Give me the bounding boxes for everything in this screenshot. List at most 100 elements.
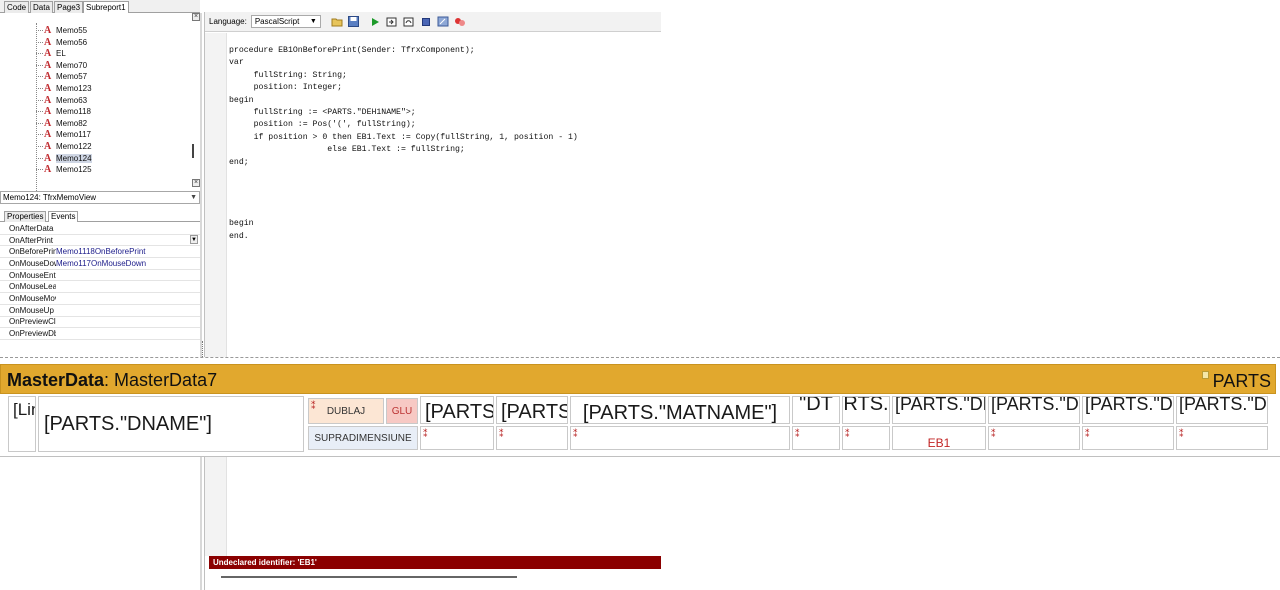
memo-dt[interactable]: "DT: [792, 396, 840, 424]
breakpoint-icon[interactable]: [454, 16, 466, 28]
tree-item[interactable]: A EL: [44, 48, 66, 59]
left-splitter[interactable]: [200, 13, 202, 590]
run-icon[interactable]: [369, 16, 381, 28]
save-icon[interactable]: [348, 16, 360, 28]
event-row[interactable]: OnPreviewClick: [0, 317, 200, 329]
memo-icon: A: [44, 25, 52, 36]
step-into-icon[interactable]: [386, 16, 398, 28]
event-row[interactable]: OnMouseLeave: [0, 282, 200, 294]
close-icon[interactable]: ×: [192, 13, 200, 21]
tree-item[interactable]: A Memo118: [44, 106, 91, 117]
tab-events[interactable]: Events: [48, 211, 79, 222]
memo-de-4[interactable]: [PARTS."DE: [1176, 396, 1268, 424]
tree-item[interactable]: A Memo70: [44, 60, 87, 71]
memo-row2-2[interactable]: ⁑: [496, 426, 568, 450]
tree-connector: [36, 88, 43, 89]
band-name: : MasterData7: [104, 370, 218, 390]
marker-icon: ⁑: [1179, 429, 1184, 439]
code-line: fullString: String;: [229, 70, 347, 80]
language-value: PascalScript: [254, 17, 300, 26]
memo-row2-3[interactable]: ⁑: [570, 426, 790, 450]
tab-data[interactable]: Data: [30, 1, 53, 13]
memo-parts-1[interactable]: [PARTS: [420, 396, 494, 424]
tree-item[interactable]: A Memo125: [44, 164, 92, 175]
event-row[interactable]: OnMouseDownMemo117OnMouseDown: [0, 258, 200, 270]
memo-de-2[interactable]: [PARTS."DE: [988, 396, 1080, 424]
marker-icon: ⁑: [845, 429, 850, 439]
band-dataset-name: PARTS: [1212, 371, 1271, 391]
stop-icon[interactable]: [420, 16, 432, 28]
tree-connector: [36, 134, 43, 136]
event-row[interactable]: OnPreviewDblClick: [0, 328, 200, 340]
memo-row2-8[interactable]: ⁑: [1082, 426, 1174, 450]
band-header[interactable]: MasterData: MasterData7 PARTS: [0, 364, 1276, 394]
evaluate-icon[interactable]: [437, 16, 449, 28]
memo-glu[interactable]: GLU: [386, 398, 418, 424]
tree-item[interactable]: A Memo123: [44, 83, 92, 94]
memo-icon: A: [44, 164, 52, 176]
tab-page3[interactable]: Page3: [54, 1, 84, 13]
code-line: else EB1.Text := fullString;: [229, 145, 465, 155]
tab-properties[interactable]: Properties: [4, 211, 47, 222]
memo-supradim[interactable]: SUPRADIMENSIUNE: [308, 426, 418, 450]
marker-icon: ⁑: [423, 429, 428, 439]
event-name: OnAfterPrint: [9, 235, 54, 245]
event-row[interactable]: OnBeforePrint Memo1118OnBeforePrint: [0, 246, 200, 259]
event-name: OnMouseUp: [9, 305, 54, 315]
language-select[interactable]: PascalScript ▼: [250, 15, 321, 28]
tree-item[interactable]: A Memo57: [44, 71, 87, 82]
tree-item-label: Memo118: [56, 107, 91, 117]
memo-icon: A: [44, 152, 52, 164]
open-folder-icon[interactable]: [331, 16, 343, 28]
tree-item[interactable]: A Memo56: [44, 37, 87, 48]
editor-hscrollbar[interactable]: [221, 576, 517, 578]
tab-subreport1[interactable]: Subreport1: [83, 1, 129, 13]
memo-parts-2[interactable]: [PARTS: [496, 396, 568, 424]
tree-item[interactable]: A Memo82: [44, 118, 87, 129]
memo-dname[interactable]: [PARTS."DNAME"]: [38, 396, 304, 452]
memo-eb1[interactable]: EB1: [892, 426, 986, 450]
tree-item[interactable]: A Memo122: [44, 141, 92, 152]
dataset-icon: [1201, 371, 1209, 379]
memo-matname[interactable]: [PARTS."MATNAME"]: [570, 396, 790, 424]
step-over-icon[interactable]: [403, 16, 415, 28]
memo-row2-4[interactable]: ⁑: [792, 426, 840, 450]
event-value[interactable]: Memo117OnMouseDown: [56, 259, 146, 268]
object-selector[interactable]: Memo124: TfrxMemoView ▼: [0, 191, 200, 204]
chevron-down-icon[interactable]: ▼: [190, 234, 198, 244]
marker-icon: ⁑: [1085, 429, 1090, 439]
event-row[interactable]: OnAfterPrint ▼: [0, 234, 200, 247]
band-type: MasterData: [7, 370, 105, 390]
code-text[interactable]: procedure EB1OnBeforePrint(Sender: TfrxC…: [229, 45, 578, 243]
event-value[interactable]: Memo1118OnBeforePrint: [56, 247, 146, 256]
band-bottom-border: [0, 456, 1280, 457]
tree-connector: [36, 146, 43, 147]
memo-row2-7[interactable]: ⁑: [988, 426, 1080, 450]
tree-item-label: Memo117: [56, 130, 91, 140]
tree-scrollbar[interactable]: [192, 144, 194, 158]
event-row[interactable]: OnMouseMove: [0, 293, 200, 305]
tree-item[interactable]: A Memo117: [44, 129, 91, 140]
memo-line[interactable]: [Line]: [8, 396, 36, 452]
editor-gutter: [205, 33, 227, 556]
events-list: OnAfterData OnAfterPrint ▼ OnBeforePrint Mem…: [0, 223, 200, 343]
tree-item[interactable]: A Memo63: [44, 95, 87, 106]
memo-row2-1[interactable]: ⁑: [420, 426, 494, 450]
close-icon[interactable]: ×: [192, 179, 200, 187]
memo-row2-5[interactable]: ⁑: [842, 426, 890, 450]
memo-row2-9[interactable]: ⁑: [1176, 426, 1268, 450]
event-row[interactable]: OnMouseUp: [0, 305, 200, 317]
tree-item[interactable]: A Memo55: [44, 25, 87, 36]
tree-item-label: Memo56: [56, 37, 88, 47]
tree-item[interactable]: A Memo124: [44, 153, 92, 164]
memo-rts[interactable]: RTS.: [842, 396, 890, 424]
event-row[interactable]: OnMouseEnter: [0, 270, 200, 282]
memo-de-1[interactable]: [PARTS."DE: [892, 396, 986, 424]
memo-de-3[interactable]: [PARTS."DE: [1082, 396, 1174, 424]
masterdata-band[interactable]: MasterData: MasterData7 PARTS [Line] [PA…: [0, 357, 1280, 457]
object-selector-value: Memo124: TfrxMemoView: [3, 193, 97, 202]
memo-dublaj[interactable]: ⁑ DUBLAJ: [308, 398, 384, 424]
memo-icon: A: [44, 59, 52, 71]
tab-code[interactable]: Code: [4, 1, 30, 13]
event-row[interactable]: OnAfterData: [0, 223, 200, 235]
